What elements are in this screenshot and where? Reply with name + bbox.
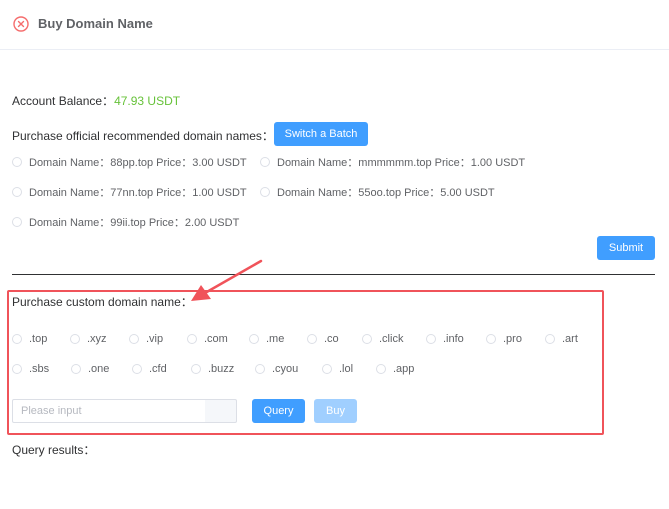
radio-circle-icon [12, 187, 22, 197]
radio-circle-icon [12, 157, 22, 167]
section-divider [12, 274, 655, 275]
tld-radio-co[interactable]: .co [307, 333, 339, 345]
domain-option-radio[interactable]: Domain Name：55oo.top Price：5.00 USDT [260, 184, 495, 200]
radio-circle-icon [249, 334, 259, 344]
input-append-slot [205, 399, 237, 423]
submit-button[interactable]: Submit [597, 236, 655, 260]
radio-circle-icon [486, 334, 496, 344]
radio-circle-icon [70, 334, 80, 344]
radio-circle-icon [12, 364, 22, 374]
tld-radio-lol[interactable]: .lol [322, 363, 353, 375]
radio-circle-icon [71, 364, 81, 374]
radio-circle-icon [260, 187, 270, 197]
official-domains-label: Purchase official recommended domain nam… [12, 129, 274, 143]
custom-domain-label: Purchase custom domain name： [12, 295, 193, 309]
domain-search-input[interactable] [12, 399, 206, 423]
domain-option-radio[interactable]: Domain Name：77nn.top Price：1.00 USDT [12, 184, 247, 200]
tld-radio-sbs[interactable]: .sbs [12, 363, 49, 375]
buy-button[interactable]: Buy [314, 399, 357, 423]
tld-radio-app[interactable]: .app [376, 363, 414, 375]
tld-radio-xyz[interactable]: .xyz [70, 333, 107, 345]
tld-radio-pro[interactable]: .pro [486, 333, 522, 345]
radio-circle-icon [362, 334, 372, 344]
tld-radio-top[interactable]: .top [12, 333, 47, 345]
account-balance-value: 47.93 USDT [114, 94, 181, 108]
close-circle-icon[interactable] [13, 16, 29, 32]
radio-circle-icon [260, 157, 270, 167]
radio-circle-icon [545, 334, 555, 344]
tld-radio-cyou[interactable]: .cyou [255, 363, 298, 375]
tld-radio-buzz[interactable]: .buzz [191, 363, 234, 375]
tld-radio-cfd[interactable]: .cfd [132, 363, 167, 375]
domain-option-radio[interactable]: Domain Name：88pp.top Price：3.00 USDT [12, 154, 247, 170]
radio-circle-icon [255, 364, 265, 374]
domain-option-radio[interactable]: Domain Name：99ii.top Price：2.00 USDT [12, 214, 239, 230]
radio-circle-icon [129, 334, 139, 344]
switch-batch-button[interactable]: Switch a Batch [274, 122, 368, 146]
tld-radio-one[interactable]: .one [71, 363, 109, 375]
tld-radio-com[interactable]: .com [187, 333, 228, 345]
radio-circle-icon [187, 334, 197, 344]
account-balance-label: Account Balance： [12, 94, 115, 108]
query-results-label: Query results： [12, 443, 96, 457]
radio-circle-icon [307, 334, 317, 344]
query-button[interactable]: Query [252, 399, 305, 423]
page-title: Buy Domain Name [38, 16, 153, 31]
radio-circle-icon [322, 364, 332, 374]
radio-circle-icon [376, 364, 386, 374]
radio-circle-icon [12, 334, 22, 344]
tld-radio-me[interactable]: .me [249, 333, 284, 345]
account-balance: Account Balance：47.93 USDT [12, 92, 180, 109]
tld-radio-vip[interactable]: .vip [129, 333, 163, 345]
radio-circle-icon [12, 217, 22, 227]
tld-radio-info[interactable]: .info [426, 333, 464, 345]
tld-radio-click[interactable]: .click [362, 333, 403, 345]
radio-circle-icon [132, 364, 142, 374]
radio-circle-icon [191, 364, 201, 374]
tld-radio-art[interactable]: .art [545, 333, 578, 345]
domain-option-radio[interactable]: Domain Name：mmmmmm.top Price：1.00 USDT [260, 154, 525, 170]
radio-circle-icon [426, 334, 436, 344]
